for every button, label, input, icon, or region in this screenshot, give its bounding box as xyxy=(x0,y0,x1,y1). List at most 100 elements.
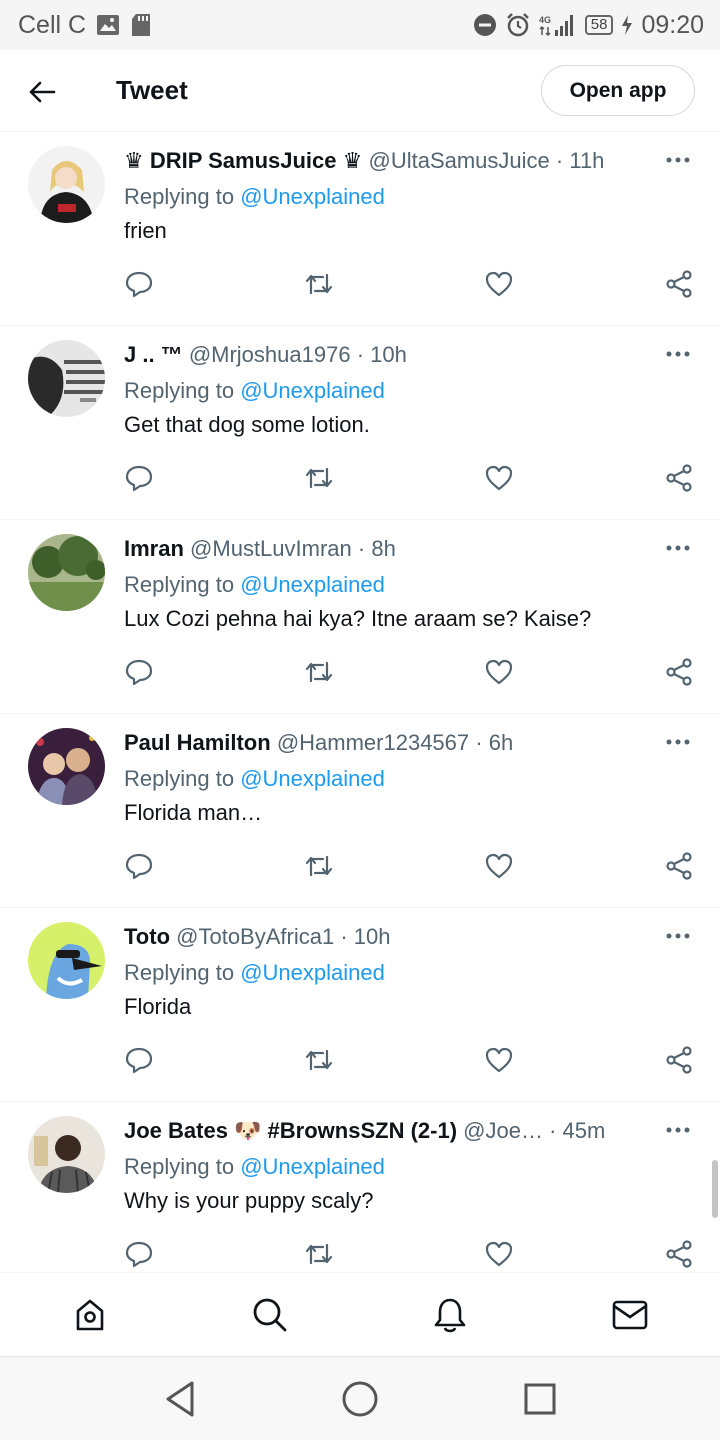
tweet-text: Lux Cozi pehna hai kya? Itne araam se? K… xyxy=(124,606,592,631)
back-button[interactable] xyxy=(24,74,60,110)
more-dots-icon xyxy=(666,739,690,745)
display-name[interactable]: Imran xyxy=(124,536,184,561)
reply-button[interactable] xyxy=(122,1044,156,1076)
more-options-button[interactable] xyxy=(664,150,692,170)
more-options-button[interactable] xyxy=(664,926,692,946)
mention-link[interactable]: @Unexplained xyxy=(240,766,385,791)
scrollbar-thumb[interactable] xyxy=(712,1160,718,1218)
share-button[interactable] xyxy=(662,656,696,688)
user-handle[interactable]: @Mrjoshua1976 xyxy=(189,342,351,367)
display-name[interactable]: Joe Bates 🐶 #BrownsSZN (2-1) xyxy=(124,1118,457,1143)
tweet-header: Joe Bates 🐶 #BrownsSZN (2-1) @Joe… · 45m xyxy=(124,1116,630,1146)
status-bar-right: 4G 58 09:20 xyxy=(473,11,704,40)
clock: 09:20 xyxy=(641,10,704,39)
share-button[interactable] xyxy=(662,1044,696,1076)
share-button[interactable] xyxy=(662,268,696,300)
retweet-icon xyxy=(305,1243,333,1265)
replying-label: Replying to xyxy=(124,184,235,209)
like-button[interactable] xyxy=(482,656,516,688)
share-button[interactable] xyxy=(662,462,696,494)
retweet-button[interactable] xyxy=(302,850,336,882)
mention-link[interactable]: @Unexplained xyxy=(240,960,385,985)
more-options-button[interactable] xyxy=(664,344,692,364)
reply-button[interactable] xyxy=(122,268,156,300)
user-handle[interactable]: @UltaSamusJuice xyxy=(368,148,549,173)
tweet-actions xyxy=(122,656,698,688)
share-icon xyxy=(666,658,692,686)
like-button[interactable] xyxy=(482,850,516,882)
more-options-button[interactable] xyxy=(664,538,692,558)
avatar[interactable] xyxy=(28,340,105,417)
reply-icon xyxy=(125,853,153,880)
reply-button[interactable] xyxy=(122,850,156,882)
share-icon xyxy=(666,852,692,880)
tweet-actions xyxy=(122,268,698,300)
replying-label: Replying to xyxy=(124,1154,235,1179)
mention-link[interactable]: @Unexplained xyxy=(240,572,385,597)
tab-notifications[interactable] xyxy=(428,1293,472,1337)
share-button[interactable] xyxy=(662,850,696,882)
more-options-button[interactable] xyxy=(664,732,692,752)
retweet-button[interactable] xyxy=(302,1044,336,1076)
display-name[interactable]: ♛ DRIP SamusJuice ♛ xyxy=(124,148,362,173)
replies-feed[interactable]: ♛ DRIP SamusJuice ♛ @UltaSamusJuice · 11… xyxy=(0,132,720,1272)
like-button[interactable] xyxy=(482,1044,516,1076)
user-handle[interactable]: @Joe… xyxy=(463,1118,543,1143)
search-icon xyxy=(253,1298,287,1332)
reply-tweet[interactable]: Paul Hamilton @Hammer1234567 · 6h Replyi… xyxy=(0,714,720,908)
display-name[interactable]: Toto xyxy=(124,924,170,949)
status-bar: Cell C 4G 58 09:20 xyxy=(0,0,720,50)
reply-icon xyxy=(125,659,153,686)
avatar[interactable] xyxy=(28,1116,105,1193)
system-recents-button[interactable] xyxy=(518,1377,562,1421)
more-options-button[interactable] xyxy=(664,1120,692,1140)
tab-home[interactable] xyxy=(68,1293,112,1337)
system-back-button[interactable] xyxy=(158,1377,202,1421)
reply-tweet[interactable]: Joe Bates 🐶 #BrownsSZN (2-1) @Joe… · 45m… xyxy=(0,1102,720,1272)
page-title: Tweet xyxy=(116,75,188,105)
avatar[interactable] xyxy=(28,146,105,223)
retweet-button[interactable] xyxy=(302,1238,336,1270)
share-button[interactable] xyxy=(662,1238,696,1270)
reply-button[interactable] xyxy=(122,656,156,688)
tab-messages[interactable] xyxy=(608,1293,652,1337)
mention-link[interactable]: @Unexplained xyxy=(240,378,385,403)
reply-button[interactable] xyxy=(122,1238,156,1270)
charging-icon xyxy=(621,14,633,36)
like-button[interactable] xyxy=(482,268,516,300)
display-name[interactable]: J .. ™ xyxy=(124,342,183,367)
retweet-button[interactable] xyxy=(302,656,336,688)
system-home-button[interactable] xyxy=(338,1377,382,1421)
reply-tweet[interactable]: J .. ™ @Mrjoshua1976 · 10h Replying to @… xyxy=(0,326,720,520)
tweet-header: Imran @MustLuvImran · 8h xyxy=(124,534,630,564)
retweet-button[interactable] xyxy=(302,462,336,494)
share-icon xyxy=(666,464,692,492)
mention-link[interactable]: @Unexplained xyxy=(240,184,385,209)
more-dots-icon xyxy=(666,157,690,163)
reply-tweet[interactable]: Toto @TotoByAfrica1 · 10h Replying to @U… xyxy=(0,908,720,1102)
like-button[interactable] xyxy=(482,462,516,494)
retweet-button[interactable] xyxy=(302,268,336,300)
like-button[interactable] xyxy=(482,1238,516,1270)
tweet-header: J .. ™ @Mrjoshua1976 · 10h xyxy=(124,340,630,370)
open-app-button[interactable]: Open app xyxy=(541,65,695,116)
signal-icon: 4G xyxy=(539,13,577,37)
reply-icon xyxy=(125,271,153,298)
recents-square-icon xyxy=(524,1383,556,1415)
user-handle[interactable]: @MustLuvImran xyxy=(190,536,352,561)
tab-search[interactable] xyxy=(248,1293,292,1337)
reply-button[interactable] xyxy=(122,462,156,494)
reply-tweet[interactable]: Imran @MustLuvImran · 8h Replying to @Un… xyxy=(0,520,720,714)
user-handle[interactable]: @Hammer1234567 xyxy=(277,730,469,755)
avatar[interactable] xyxy=(28,728,105,805)
mention-link[interactable]: @Unexplained xyxy=(240,1154,385,1179)
heart-icon xyxy=(485,465,513,491)
avatar[interactable] xyxy=(28,534,105,611)
back-triangle-icon xyxy=(166,1381,194,1417)
battery-indicator: 58 xyxy=(584,15,614,35)
display-name[interactable]: Paul Hamilton xyxy=(124,730,271,755)
tweet-header: Paul Hamilton @Hammer1234567 · 6h xyxy=(124,728,630,758)
user-handle[interactable]: @TotoByAfrica1 xyxy=(176,924,334,949)
reply-tweet[interactable]: ♛ DRIP SamusJuice ♛ @UltaSamusJuice · 11… xyxy=(0,132,720,326)
avatar[interactable] xyxy=(28,922,105,999)
